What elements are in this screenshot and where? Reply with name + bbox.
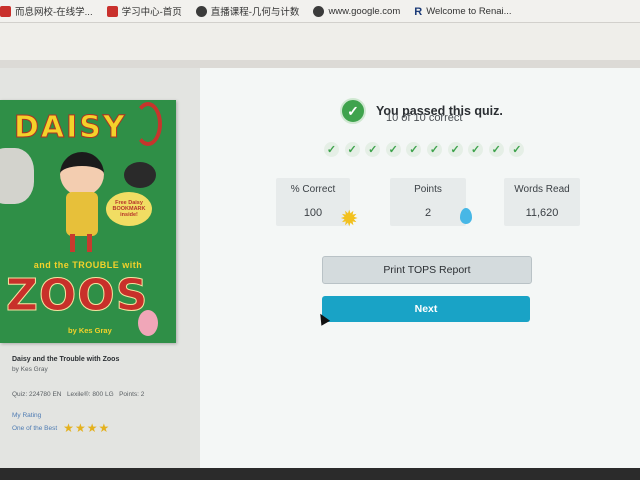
- cover-title-2: ZOOS: [5, 270, 149, 322]
- check-icon: ✓: [426, 142, 442, 157]
- bookmark-label: 而息网校-在线学...: [15, 7, 93, 18]
- sun-icon: ✹: [340, 206, 359, 231]
- rating-text: One of the Best: [12, 424, 58, 432]
- renaissance-r-icon: R: [414, 5, 423, 18]
- points-value: 2: [424, 207, 432, 219]
- girl-head-illustration: [60, 152, 104, 196]
- quiz-results-panel: ✓ You passed this quiz. 10 of 10 correct…: [200, 68, 640, 480]
- check-icon: ✓: [385, 142, 401, 157]
- star-icon[interactable]: ★: [87, 421, 98, 435]
- check-icon: ✓: [344, 142, 360, 157]
- bookmark-item[interactable]: www.google.com: [313, 5, 401, 17]
- girl-body-illustration: [66, 192, 98, 236]
- print-tops-report-button[interactable]: Print TOPS Report: [322, 256, 532, 284]
- check-icon: ✓: [406, 142, 422, 157]
- cover-author: by Kes Gray: [68, 326, 112, 335]
- bookmark-item[interactable]: 直播课程-几何与计数: [195, 4, 300, 18]
- cover-badge: Free Daisy BOOKMARK inside!: [106, 192, 152, 226]
- correct-count: 10 of 10 correct: [386, 112, 463, 124]
- bookmark-label: 学习中心-首页: [121, 7, 182, 18]
- monkey-illustration: [124, 162, 156, 188]
- percent-correct-box: % Correct 100: [276, 178, 350, 226]
- next-button[interactable]: Next: [322, 296, 530, 322]
- my-rating-label: My Rating: [12, 412, 42, 419]
- bookmark-item[interactable]: 学习中心-首页: [106, 4, 182, 18]
- snake-illustration: [134, 102, 162, 146]
- rhino-illustration: [0, 148, 34, 204]
- quiz-number: Quiz: 224780 EN: [12, 391, 62, 398]
- star-icon[interactable]: ★: [75, 421, 86, 435]
- check-circle-icon: ✓: [340, 98, 366, 124]
- star-icon[interactable]: ★: [63, 421, 74, 435]
- page-header-area: [0, 23, 640, 60]
- bookmark-item[interactable]: R Welcome to Renai...: [414, 5, 512, 18]
- bookmark-label: Welcome to Renai...: [426, 5, 512, 17]
- rating-stars[interactable]: One of the Best ★ ★ ★ ★: [12, 421, 192, 435]
- percent-correct-value: 100: [303, 207, 323, 219]
- book-info: Daisy and the Trouble with Zoos by Kes G…: [12, 356, 192, 435]
- book-cover: DAISY Free Daisy BOOKMARK inside! and th…: [0, 100, 176, 343]
- points-box: Points 2: [390, 178, 466, 226]
- check-icon: ✓: [509, 142, 525, 157]
- book-panel: DAISY Free Daisy BOOKMARK inside! and th…: [0, 68, 200, 480]
- check-icon: ✓: [324, 142, 339, 157]
- words-read-value: 11,620: [525, 207, 559, 219]
- flamingo-illustration: [138, 310, 158, 336]
- check-icon: ✓: [488, 142, 504, 157]
- bookmark-red-icon: [106, 5, 118, 17]
- book-author: by Kes Gray: [12, 366, 48, 373]
- check-icon: ✓: [447, 142, 463, 157]
- cover-title: DAISY: [14, 110, 127, 146]
- question-checks: ✓ ✓ ✓ ✓ ✓ ✓ ✓ ✓ ✓ ✓: [324, 142, 530, 157]
- points-label: Points: [414, 184, 442, 195]
- bookmark-label: 直播课程-几何与计数: [210, 7, 300, 18]
- bookmarks-bar: 而息网校-在线学... 学习中心-首页 直播课程-几何与计数 www.googl…: [0, 0, 640, 23]
- globe-icon: [313, 5, 325, 17]
- school-icon: [0, 5, 11, 17]
- percent-correct-label: % Correct: [290, 184, 336, 195]
- lexile-level: Lexile®: 800 LG: [66, 391, 114, 398]
- star-icon[interactable]: ★: [98, 421, 109, 435]
- header-divider: [0, 60, 640, 68]
- check-icon: ✓: [365, 142, 381, 157]
- cover-subtitle: and the TROUBLE with: [33, 260, 143, 270]
- words-read-label: Words Read: [514, 184, 570, 195]
- check-icon: ✓: [468, 142, 484, 157]
- bookmark-item[interactable]: 而息网校-在线学...: [0, 4, 93, 18]
- water-drop-icon: [460, 208, 472, 224]
- words-read-box: Words Read 11,620: [504, 178, 580, 226]
- girl-legs-illustration: [70, 234, 92, 252]
- bookmark-label: www.google.com: [328, 5, 401, 17]
- book-title: Daisy and the Trouble with Zoos: [12, 356, 120, 363]
- book-points: Points: 2: [119, 391, 145, 398]
- screen-bezel: [0, 468, 640, 480]
- book-meta: Quiz: 224780 EN Lexile®: 800 LG Points: …: [12, 391, 192, 398]
- globe-icon: [195, 5, 207, 17]
